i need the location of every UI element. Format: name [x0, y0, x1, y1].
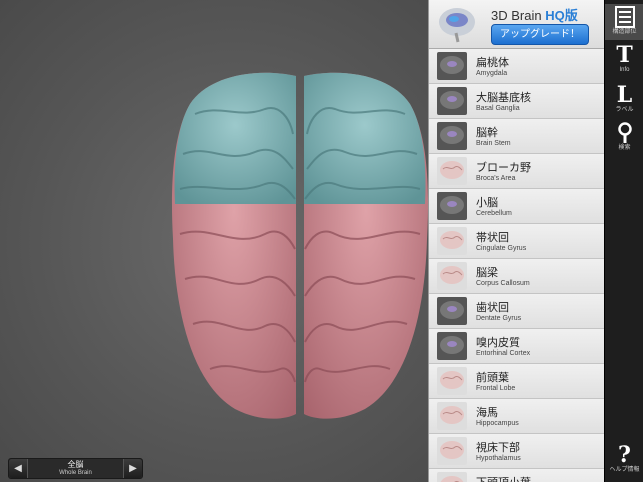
- structure-name-en: Brain Stem: [476, 140, 511, 147]
- list-item[interactable]: 視床下部 Hypothalamus: [429, 434, 604, 469]
- info-t-icon: T: [616, 42, 633, 68]
- structure-name-en: Cingulate Gyrus: [476, 245, 527, 252]
- list-item[interactable]: 大脳基底核 Basal Ganglia: [429, 84, 604, 119]
- search-tool-button[interactable]: 検索: [605, 122, 643, 152]
- structure-navigator: ◀ 全脳 Whole Brain ▶: [8, 458, 143, 479]
- magnifier-icon: [617, 122, 632, 143]
- structure-name-en: Dentate Gyrus: [476, 315, 522, 322]
- structure-list[interactable]: 扁桃体 Amygdala 大脳基底核 Basal Ganglia 脳幹 Brain Ste…: [429, 49, 604, 482]
- structure-name-jp: 海馬: [476, 407, 498, 419]
- structure-name-en: Amygdala: [476, 70, 508, 77]
- structure-name-en: Broca's Area: [476, 175, 516, 182]
- structure-name-en: Basal Ganglia: [476, 105, 520, 112]
- structure-name-en: Cerebellum: [476, 210, 512, 217]
- triangle-right-icon: ▶: [129, 463, 137, 474]
- list-icon: [614, 6, 635, 28]
- structure-thumbnail-icon: [437, 52, 467, 80]
- app-title-hq: HQ版: [545, 8, 578, 23]
- list-item[interactable]: 小脳 Cerebellum: [429, 189, 604, 224]
- list-item[interactable]: 帯状回 Cingulate Gyrus: [429, 224, 604, 259]
- list-item[interactable]: 歯状回 Dentate Gyrus: [429, 294, 604, 329]
- structure-name-jp: 歯状回: [476, 302, 509, 314]
- structure-thumbnail-icon: [437, 297, 467, 325]
- list-item[interactable]: 扁桃体 Amygdala: [429, 49, 604, 84]
- list-item[interactable]: 下頭頂小葉: [429, 469, 604, 482]
- structure-thumbnail-icon: [437, 122, 467, 150]
- current-structure-label: 全脳 Whole Brain: [28, 459, 123, 478]
- info-tool-button[interactable]: T Info: [605, 44, 643, 74]
- structure-name-jp: 大脳基底核: [476, 92, 531, 104]
- structure-thumbnail-icon: [437, 472, 467, 482]
- tool-info-caption: Info: [619, 67, 630, 73]
- structure-name-en: Corpus Callosum: [476, 280, 530, 287]
- structure-name-en: Frontal Lobe: [476, 385, 516, 392]
- next-structure-button[interactable]: ▶: [123, 459, 142, 478]
- structure-thumbnail-icon: [437, 332, 467, 360]
- structure-thumbnail-icon: [437, 262, 467, 290]
- structure-name-jp: 扁桃体: [476, 57, 509, 69]
- label-l-icon: L: [616, 82, 633, 108]
- structure-name-jp: 小脳: [476, 197, 498, 209]
- structure-panel: 3D Brain HQ版 アップグレード！ 扁桃体 Amygdala 大脳基底核 Ba…: [428, 0, 604, 482]
- structure-name-en: Hippocampus: [476, 420, 519, 427]
- structure-list-tool-button[interactable]: 構造部位: [605, 4, 643, 40]
- label-tool-button[interactable]: L ラベル: [605, 84, 643, 114]
- structure-name-en: Entorhinal Cortex: [476, 350, 531, 357]
- structure-thumbnail-icon: [437, 87, 467, 115]
- tool-search-caption: 検索: [618, 145, 631, 151]
- panel-header: 3D Brain HQ版 アップグレード！: [429, 0, 604, 49]
- list-item[interactable]: 脳幹 Brain Stem: [429, 119, 604, 154]
- tool-list-caption: 構造部位: [612, 29, 637, 35]
- structure-name-jp: ブローカ野: [476, 162, 531, 174]
- structure-name-jp: 前頭葉: [476, 372, 509, 384]
- previous-structure-button[interactable]: ◀: [9, 459, 28, 478]
- structure-name-jp: 嗅内皮質: [476, 337, 520, 349]
- brain-model-image[interactable]: [165, 64, 428, 426]
- tool-label-caption: ラベル: [615, 107, 634, 113]
- app-title: 3D Brain HQ版: [491, 5, 578, 24]
- structure-thumbnail-icon: [437, 402, 467, 430]
- list-item[interactable]: 海馬 Hippocampus: [429, 399, 604, 434]
- app-title-main: 3D Brain: [491, 8, 546, 23]
- structure-name-jp: 下頭頂小葉: [476, 474, 531, 482]
- list-item[interactable]: 脳梁 Corpus Callosum: [429, 259, 604, 294]
- structure-thumbnail-icon: [437, 192, 467, 220]
- list-item[interactable]: 前頭葉 Frontal Lobe: [429, 364, 604, 399]
- brain-3d-viewport[interactable]: ◀ 全脳 Whole Brain ▶: [0, 0, 428, 482]
- tool-help-caption: ヘルプ情報: [609, 467, 640, 473]
- help-tool-button[interactable]: ? ヘルプ情報: [605, 444, 643, 474]
- right-toolbar: 構造部位 T Info L ラベル 検索 ? ヘルプ情報: [604, 0, 643, 482]
- structure-name-en: Hypothalamus: [476, 455, 521, 462]
- upgrade-button[interactable]: アップグレード！: [491, 24, 589, 45]
- list-item[interactable]: ブローカ野 Broca's Area: [429, 154, 604, 189]
- structure-thumbnail-icon: [437, 437, 467, 465]
- triangle-left-icon: ◀: [14, 463, 22, 474]
- structure-thumbnail-icon: [437, 157, 467, 185]
- structure-thumbnail-icon: [437, 367, 467, 395]
- list-item[interactable]: 嗅内皮質 Entorhinal Cortex: [429, 329, 604, 364]
- help-question-icon: ?: [618, 442, 631, 468]
- structure-thumbnail-icon: [437, 227, 467, 255]
- structure-name-jp: 脳梁: [476, 267, 498, 279]
- current-structure-name-jp: 全脳: [67, 460, 84, 469]
- current-structure-name-en: Whole Brain: [59, 470, 92, 476]
- structure-name-jp: 帯状回: [476, 232, 509, 244]
- structure-name-jp: 脳幹: [476, 127, 498, 139]
- app-logo-brain-icon: [439, 8, 475, 43]
- structure-name-jp: 視床下部: [476, 442, 520, 454]
